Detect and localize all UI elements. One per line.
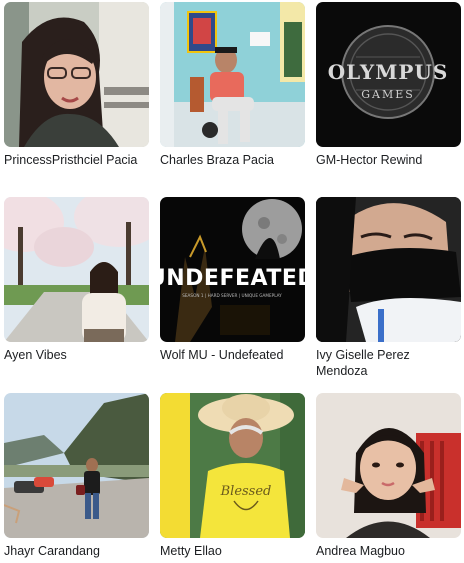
friend-name[interactable]: Ayen Vibes xyxy=(4,347,149,363)
profile-photo[interactable]: UNDEFEATED SEASON 1 | HARD SERVER | UNIQ… xyxy=(160,197,305,342)
profile-photo[interactable] xyxy=(4,393,149,538)
friend-name[interactable]: Metty Ellao xyxy=(160,543,305,559)
profile-photo-image xyxy=(160,2,305,147)
friend-card-charles-braza-pacia[interactable]: Charles Braza Pacia xyxy=(160,2,305,168)
friend-name[interactable]: GM-Hector Rewind xyxy=(316,152,461,168)
friend-card-andrea-magbuo[interactable]: Andrea Magbuo xyxy=(316,393,461,559)
friend-name[interactable]: Jhayr Carandang xyxy=(4,543,149,559)
profile-photo[interactable] xyxy=(316,197,461,342)
profile-photo[interactable] xyxy=(316,393,461,538)
profile-photo[interactable]: Blessed xyxy=(160,393,305,538)
profile-photo-image xyxy=(4,393,149,538)
friend-name[interactable]: Andrea Magbuo xyxy=(316,543,461,559)
shirt-text: Blessed xyxy=(220,484,272,499)
friend-card-princesspristhciel-pacia[interactable]: PrincessPristhciel Pacia xyxy=(4,2,149,168)
profile-photo-image: Blessed xyxy=(160,393,305,538)
undefeated-logo-subtext: SEASON 1 | HARD SERVER | UNIQUE GAMEPLAY xyxy=(182,293,282,298)
profile-photo-image xyxy=(4,197,149,342)
profile-photo[interactable] xyxy=(4,197,149,342)
undefeated-logo-text: UNDEFEATED xyxy=(160,266,305,291)
friend-card-ivy-giselle-perez-mendoza[interactable]: Ivy Giselle Perez Mendoza xyxy=(316,197,461,379)
friend-card-jhayr-carandang[interactable]: Jhayr Carandang xyxy=(4,393,149,559)
friend-name[interactable]: PrincessPristhciel Pacia xyxy=(4,152,149,168)
friend-name[interactable]: Wolf MU - Undefeated xyxy=(160,347,305,363)
friends-photo-grid: { "friends": [ {"name": "PrincessPristhc… xyxy=(0,0,464,563)
profile-photo[interactable] xyxy=(160,2,305,147)
profile-photo-image xyxy=(4,2,149,147)
olympus-logo-subtext: GAMES xyxy=(361,88,415,101)
friend-card-metty-ellao[interactable]: Blessed Metty Ellao xyxy=(160,393,305,559)
olympus-logo-text: OLYMPUS xyxy=(328,60,449,84)
profile-photo-image: UNDEFEATED SEASON 1 | HARD SERVER | UNIQ… xyxy=(160,197,305,342)
profile-photo[interactable]: OLYMPUS GAMES xyxy=(316,2,461,147)
profile-photo-image xyxy=(316,197,461,342)
friend-card-gm-hector-rewind[interactable]: OLYMPUS GAMES GM-Hector Rewind xyxy=(316,2,461,168)
profile-photo-image xyxy=(316,393,461,538)
profile-photo[interactable] xyxy=(4,2,149,147)
friend-card-ayen-vibes[interactable]: Ayen Vibes xyxy=(4,197,149,363)
profile-photo-image: OLYMPUS GAMES xyxy=(316,2,461,147)
friend-card-wolf-mu-undefeated[interactable]: UNDEFEATED SEASON 1 | HARD SERVER | UNIQ… xyxy=(160,197,305,363)
friend-name[interactable]: Charles Braza Pacia xyxy=(160,152,305,168)
friend-name[interactable]: Ivy Giselle Perez Mendoza xyxy=(316,347,461,379)
